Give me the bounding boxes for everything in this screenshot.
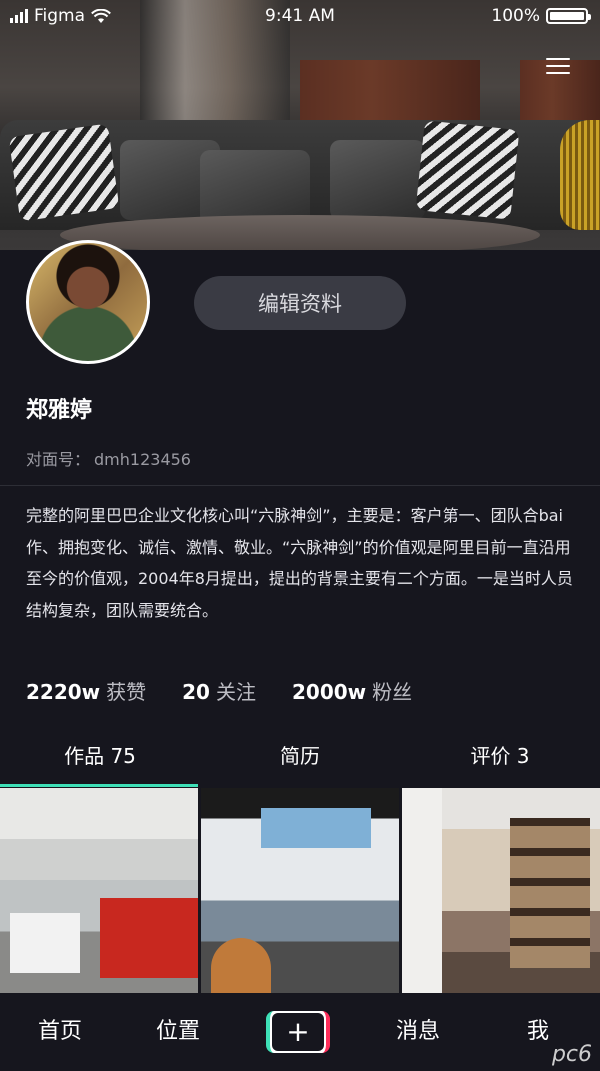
stat-label: 粉丝 [372,680,413,704]
work-thumbnail[interactable] [201,788,399,993]
stat-value: 20 [182,680,210,704]
battery-icon [546,8,591,24]
stats-row: 2220w 获赞 20 关注 2000w 粉丝 [26,676,412,705]
account-id: 对面号： dmh123456 [26,446,195,470]
nav-home[interactable]: 首页 [22,993,98,1071]
stat-followers[interactable]: 2000w 粉丝 [292,676,412,705]
stat-following[interactable]: 20 关注 [182,676,256,705]
edit-profile-button[interactable]: 编辑资料 [194,276,406,330]
stat-label: 获赞 [106,680,147,704]
add-button[interactable]: + [266,1011,330,1053]
stat-value: 2220w [26,680,101,704]
account-label: 对面号： [26,450,91,469]
battery-percent: 100% [491,6,540,26]
profile-name: 郑雅婷 [26,398,93,423]
works-grid [0,788,600,993]
tab-works[interactable]: 作品 75 [0,733,200,783]
nav-location[interactable]: 位置 [140,993,216,1071]
profile-bio: 完整的阿里巴巴企业文化核心叫“六脉神剑”，主要是：客户第一、团队合bai作、拥抱… [26,506,573,620]
cover-photo [0,0,600,250]
avatar[interactable] [26,240,150,364]
account-value: dmh123456 [94,450,191,469]
status-bar: Figma 9:41 AM 100% [0,0,600,32]
active-tab-indicator [0,784,198,787]
watermark-logo: pc6 [551,1042,592,1067]
stat-label: 关注 [215,680,256,704]
tab-resume[interactable]: 简历 [200,733,400,783]
tab-reviews[interactable]: 评价 3 [400,733,600,783]
divider [0,485,600,486]
nav-messages[interactable]: 消息 [380,993,456,1071]
work-thumbnail[interactable] [402,788,600,993]
profile-tabs: 作品 75 简历 评价 3 [0,733,600,783]
menu-icon[interactable] [546,58,570,76]
plus-icon: + [272,1013,324,1051]
work-thumbnail[interactable] [0,788,198,993]
stat-value: 2000w [291,680,367,704]
stat-likes[interactable]: 2220w 获赞 [26,676,146,705]
